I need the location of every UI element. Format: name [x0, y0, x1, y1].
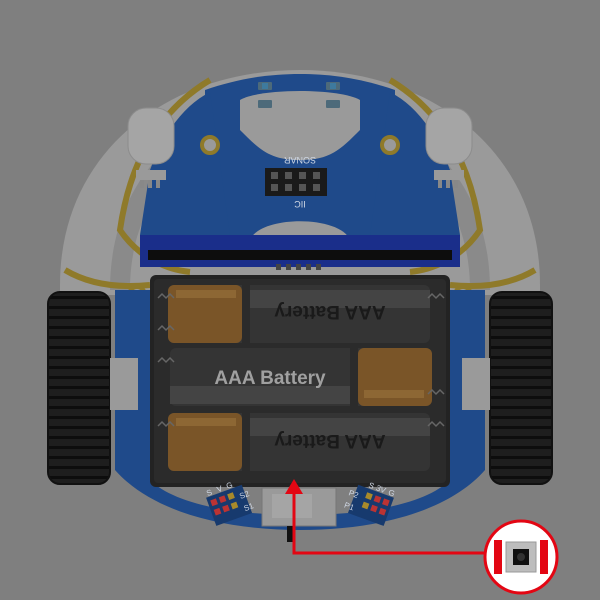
- battery-2: AAA Battery: [170, 348, 432, 406]
- right-wheel: [489, 291, 553, 485]
- battery-1-label: AAA Battery: [274, 301, 386, 322]
- robot-diagram: SONAR IIC AAA Battery AAA Battery AAA Ba…: [0, 0, 600, 600]
- robot-board-svg: SONAR IIC AAA Battery AAA Battery AAA Ba…: [0, 0, 600, 600]
- battery-2-label: AAA Battery: [214, 368, 326, 389]
- power-switch-zoom: [483, 519, 559, 595]
- battery-3: AAA Battery: [168, 413, 430, 471]
- display-strip: [140, 235, 460, 270]
- left-motor-connector: [110, 358, 138, 410]
- battery-3-label: AAA Battery: [274, 430, 386, 451]
- sonar-label: SONAR: [284, 155, 317, 165]
- left-wheel: [47, 291, 111, 485]
- right-motor-connector: [462, 358, 490, 410]
- battery-1: AAA Battery: [168, 285, 430, 343]
- iic-label: IIC: [294, 199, 306, 209]
